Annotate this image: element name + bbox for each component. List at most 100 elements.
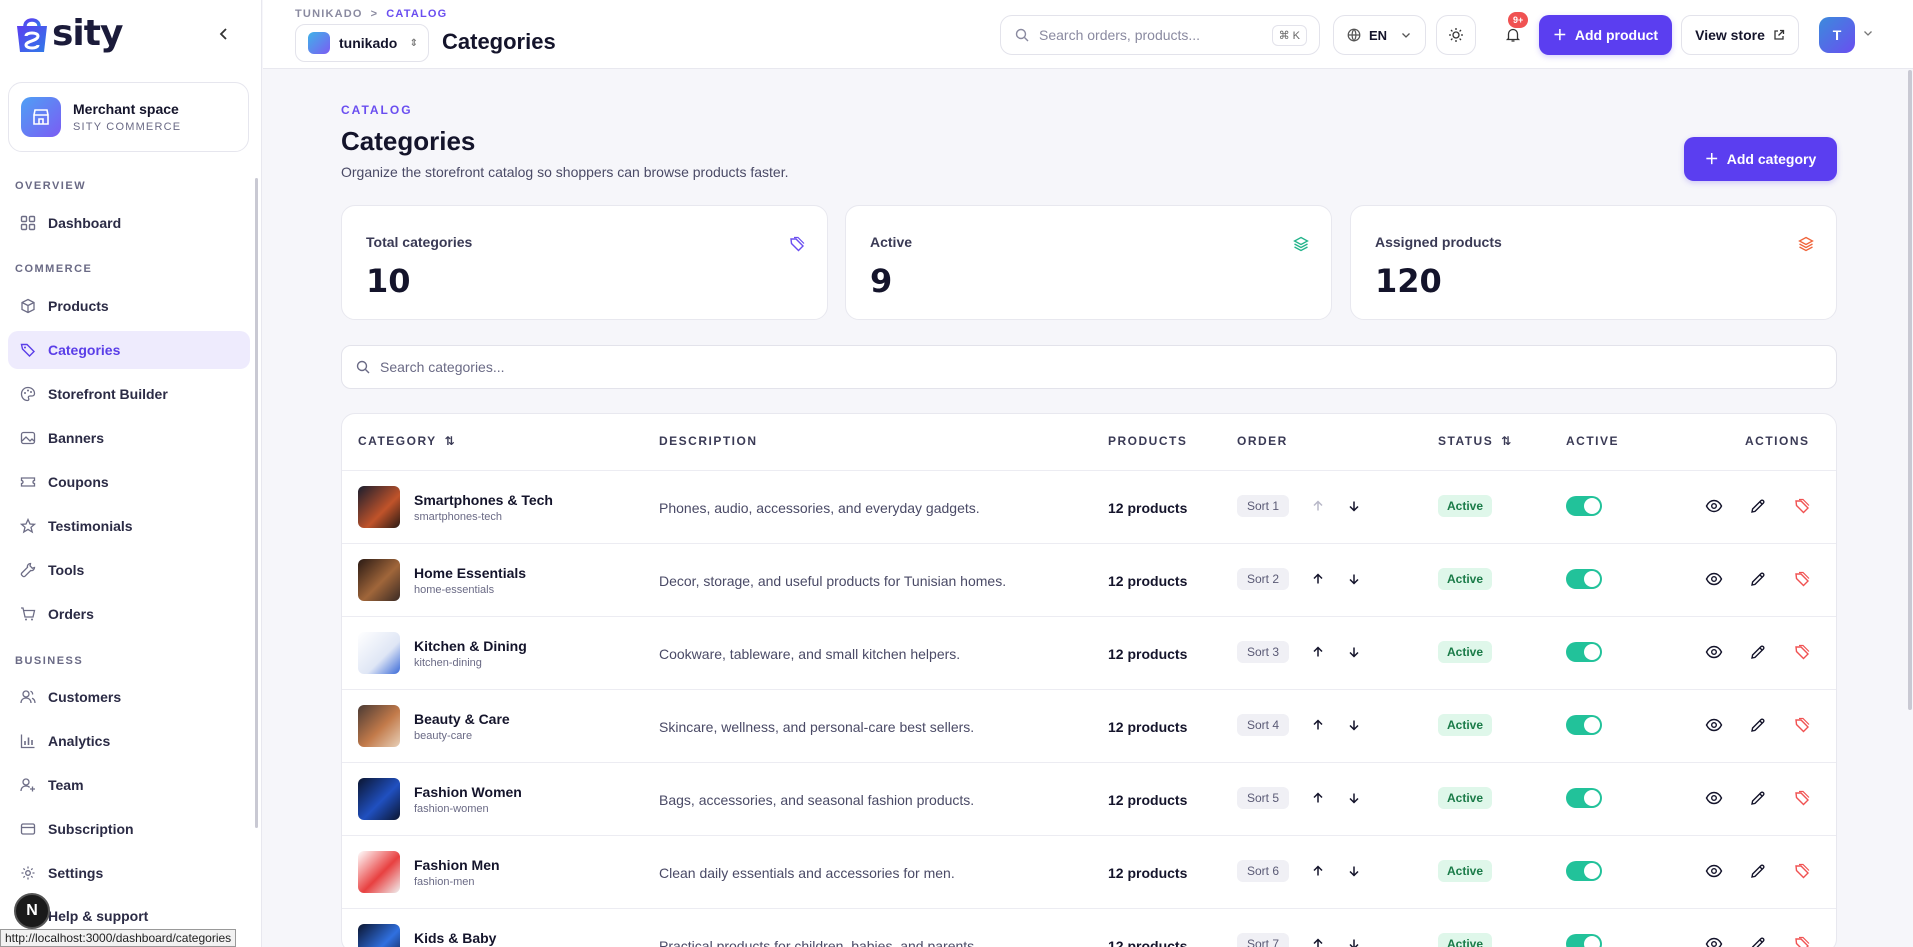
sidebar-item-dashboard[interactable]: Dashboard <box>8 204 250 242</box>
delete-category-button[interactable] <box>1792 861 1812 881</box>
move-down-button[interactable] <box>1344 860 1364 882</box>
language-select[interactable]: EN <box>1333 15 1426 55</box>
store-selector[interactable]: tunikado ⇕ <box>295 24 429 62</box>
pencil-icon <box>1751 718 1765 732</box>
view-button[interactable] <box>1704 569 1724 589</box>
table-row[interactable]: Smartphones & Tech smartphones-tech Phon… <box>342 471 1836 544</box>
category-name[interactable]: Fashion Men <box>414 857 500 873</box>
global-search-input[interactable]: Search orders, products... ⌘ K <box>1000 15 1320 55</box>
category-name[interactable]: Fashion Women <box>414 784 522 800</box>
active-toggle[interactable] <box>1566 642 1602 662</box>
table-row[interactable]: Fashion Men fashion-men Clean daily esse… <box>342 836 1836 909</box>
pencil-icon <box>1751 937 1765 947</box>
sidebar-item-subscription[interactable]: Subscription <box>8 810 250 848</box>
theme-toggle-button[interactable] <box>1436 15 1476 55</box>
stat-label: Total categories <box>366 234 473 250</box>
sidebar-item-help-support[interactable]: Help & support <box>48 908 148 924</box>
active-toggle[interactable] <box>1566 861 1602 881</box>
category-name[interactable]: Beauty & Care <box>414 711 510 727</box>
delete-category-button[interactable] <box>1792 642 1812 662</box>
view-button[interactable] <box>1704 642 1724 662</box>
active-toggle[interactable] <box>1566 934 1602 947</box>
breadcrumb-root[interactable]: TUNIKADO <box>295 8 363 20</box>
view-store-button[interactable]: View store <box>1681 15 1799 55</box>
table-row[interactable]: Home Essentials home-essentials Decor, s… <box>342 544 1836 617</box>
sidebar-scrollbar[interactable] <box>255 178 258 828</box>
category-name[interactable]: Kids & Baby <box>414 930 496 946</box>
status-badge: Active <box>1438 641 1493 663</box>
move-down-button[interactable] <box>1344 495 1364 517</box>
column-header-label: ORDER <box>1237 434 1288 448</box>
sidebar-item-settings[interactable]: Settings <box>8 854 250 892</box>
column-header-category[interactable]: CATEGORY ⇅ <box>358 434 456 448</box>
chevron-down-icon[interactable] <box>1863 28 1873 38</box>
sort-order-chip: Sort 7 <box>1237 933 1290 947</box>
active-toggle[interactable] <box>1566 788 1602 808</box>
edit-button[interactable] <box>1748 642 1768 662</box>
view-button[interactable] <box>1704 934 1724 947</box>
delete-category-button[interactable] <box>1792 934 1812 947</box>
edit-button[interactable] <box>1748 788 1768 808</box>
view-button[interactable] <box>1704 788 1724 808</box>
move-up-button[interactable] <box>1308 787 1328 809</box>
view-button[interactable] <box>1704 496 1724 516</box>
edit-button[interactable] <box>1748 569 1768 589</box>
collapse-sidebar-button[interactable] <box>212 22 236 46</box>
sidebar-item-analytics[interactable]: Analytics <box>8 722 250 760</box>
table-row[interactable]: Fashion Women fashion-women Bags, access… <box>342 763 1836 836</box>
move-up-button[interactable] <box>1308 933 1328 947</box>
table-row[interactable]: Kids & Baby Practical products for child… <box>342 909 1836 947</box>
sidebar-item-customers[interactable]: Customers <box>8 678 250 716</box>
sidebar-item-tools[interactable]: Tools <box>8 551 250 589</box>
delete-category-button[interactable] <box>1792 715 1812 735</box>
active-toggle[interactable] <box>1566 715 1602 735</box>
view-button[interactable] <box>1704 715 1724 735</box>
edit-button[interactable] <box>1748 861 1768 881</box>
move-down-button[interactable] <box>1344 714 1364 736</box>
table-row[interactable]: Beauty & Care beauty-care Skincare, well… <box>342 690 1836 763</box>
delete-category-button[interactable] <box>1792 496 1812 516</box>
user-avatar[interactable]: T <box>1819 17 1855 53</box>
edit-button[interactable] <box>1748 715 1768 735</box>
logo[interactable]: sity <box>14 12 123 56</box>
move-up-button[interactable] <box>1308 568 1328 590</box>
active-toggle[interactable] <box>1566 569 1602 589</box>
sidebar-item-banners[interactable]: Banners <box>8 419 250 457</box>
add-category-button[interactable]: ＋ Add category <box>1684 137 1837 181</box>
status-badge: Active <box>1438 933 1493 947</box>
move-down-button[interactable] <box>1344 787 1364 809</box>
move-down-button[interactable] <box>1344 933 1364 947</box>
active-toggle[interactable] <box>1566 496 1602 516</box>
merchant-switcher[interactable]: Merchant space SITY COMMERCE <box>8 82 249 152</box>
eye-icon <box>1705 572 1723 586</box>
table-row[interactable]: Kitchen & Dining kitchen-dining Cookware… <box>342 617 1836 690</box>
view-button[interactable] <box>1704 861 1724 881</box>
edit-button[interactable] <box>1748 934 1768 947</box>
move-up-button[interactable] <box>1308 714 1328 736</box>
page-scrollbar[interactable] <box>1908 70 1912 710</box>
category-search-input[interactable]: Search categories... <box>341 345 1837 389</box>
move-up-button[interactable] <box>1308 860 1328 882</box>
sidebar-item-team[interactable]: Team <box>8 766 250 804</box>
sidebar-item-storefront-builder[interactable]: Storefront Builder <box>8 375 250 413</box>
sidebar-item-testimonials[interactable]: Testimonials <box>8 507 250 545</box>
move-down-button[interactable] <box>1344 641 1364 663</box>
delete-category-button[interactable] <box>1792 569 1812 589</box>
category-name[interactable]: Smartphones & Tech <box>414 492 553 508</box>
move-down-button[interactable] <box>1344 568 1364 590</box>
category-slug: smartphones-tech <box>414 511 503 523</box>
delete-category-button[interactable] <box>1792 788 1812 808</box>
sidebar-item-products[interactable]: Products <box>8 287 250 325</box>
sidebar-item-orders[interactable]: Orders <box>8 595 250 633</box>
dev-tools-avatar[interactable]: N <box>14 893 50 929</box>
column-header-status[interactable]: STATUS ⇅ <box>1438 434 1513 448</box>
edit-button[interactable] <box>1748 496 1768 516</box>
move-up-button[interactable] <box>1308 495 1328 517</box>
move-up-button[interactable] <box>1308 641 1328 663</box>
category-name[interactable]: Home Essentials <box>414 565 526 581</box>
sidebar-item-categories[interactable]: Categories <box>8 331 250 369</box>
category-name[interactable]: Kitchen & Dining <box>414 638 527 654</box>
sidebar-item-coupons[interactable]: Coupons <box>8 463 250 501</box>
add-product-button[interactable]: ＋ Add product <box>1539 15 1672 55</box>
box-icon <box>20 298 36 314</box>
